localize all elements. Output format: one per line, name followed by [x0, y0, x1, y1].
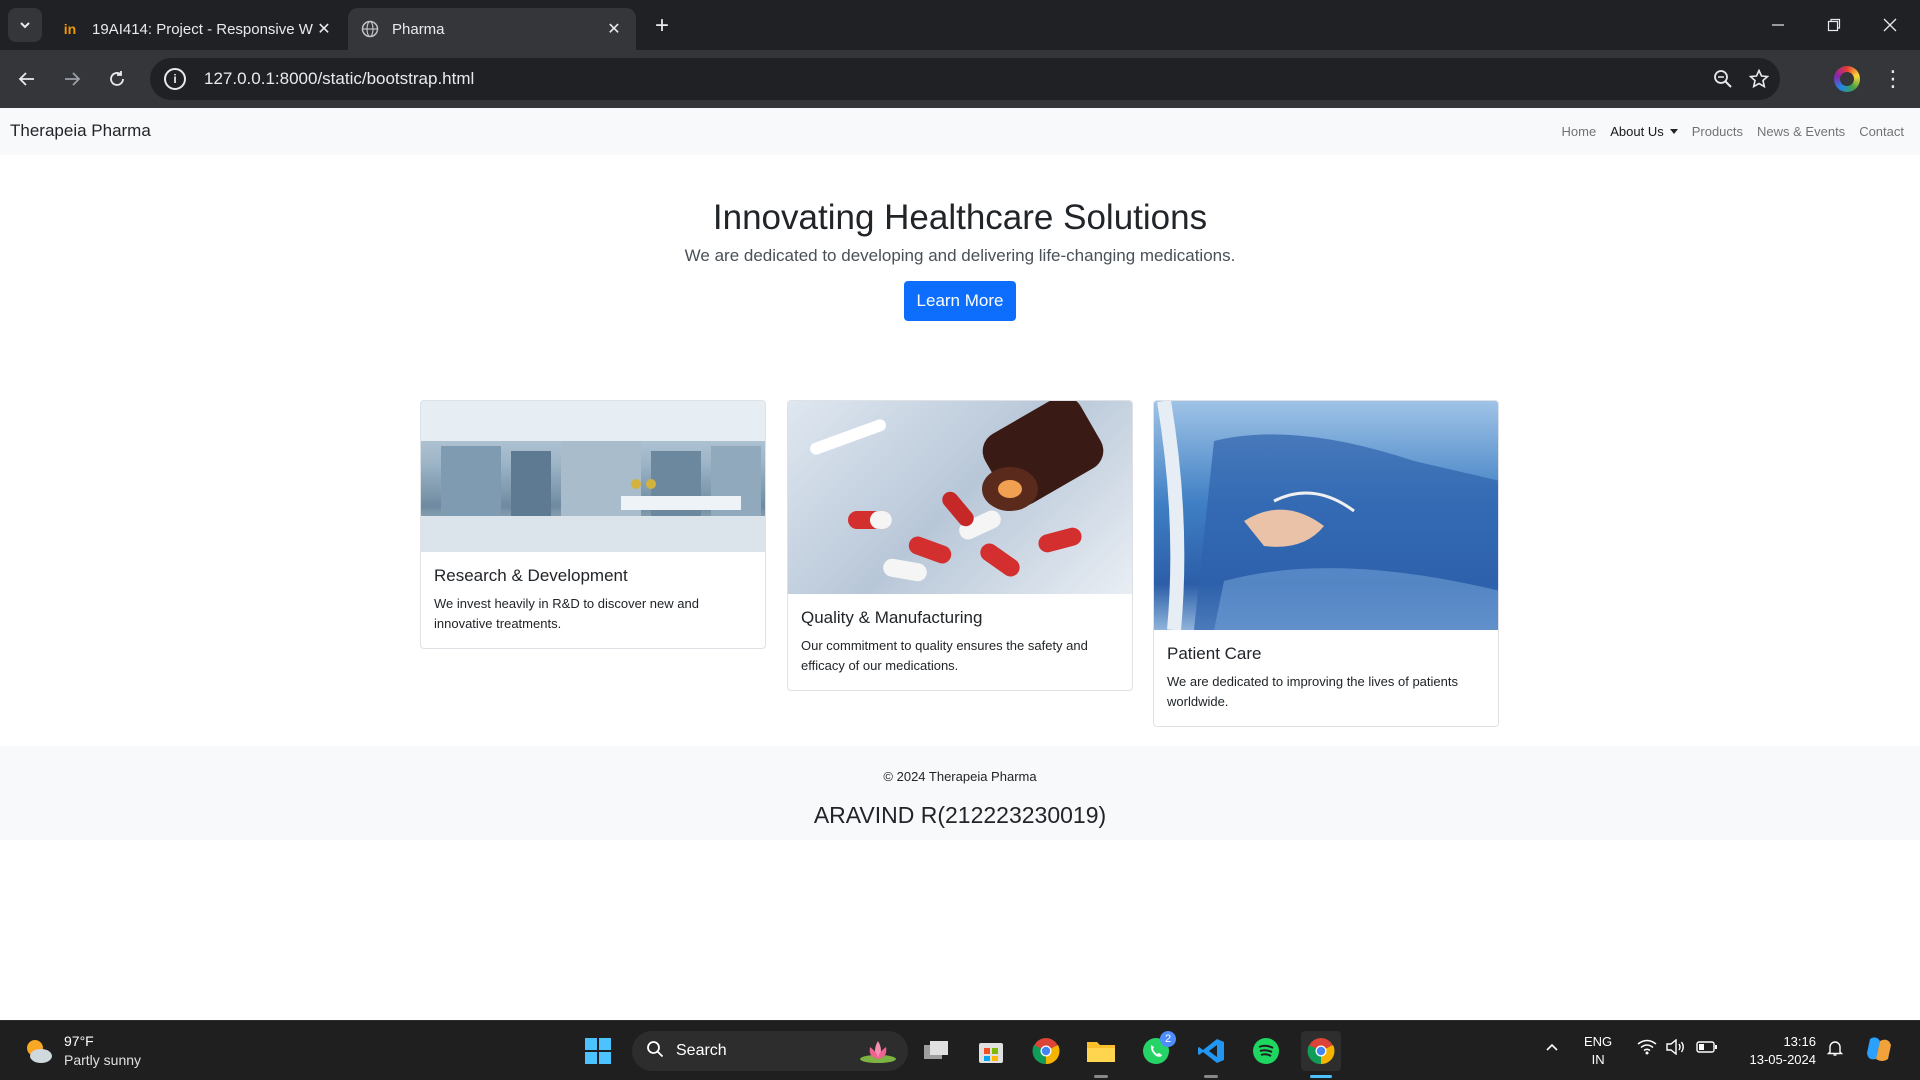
- restore-button[interactable]: [1806, 0, 1862, 50]
- weather-description[interactable]: Partly sunny: [64, 1052, 141, 1068]
- arrow-left-icon: [18, 72, 34, 86]
- minimize-icon: [1772, 24, 1784, 26]
- back-button[interactable]: [10, 62, 44, 96]
- close-icon: [1883, 18, 1897, 32]
- notification-badge: 2: [1160, 1031, 1176, 1047]
- search-label: Search: [676, 1042, 727, 1059]
- reload-button[interactable]: [100, 62, 134, 96]
- author-text: ARAVIND R(212223230019): [813, 802, 1107, 828]
- wifi-icon[interactable]: [1637, 1039, 1657, 1059]
- microsoft-store-icon[interactable]: [971, 1031, 1011, 1071]
- laboratory-image: [421, 401, 765, 552]
- pills-image: [788, 401, 1132, 594]
- nav-contact[interactable]: Contact: [1859, 124, 1904, 139]
- tab-project[interactable]: in 19AI414: Project - Responsive W ✕: [48, 8, 346, 50]
- nav-products[interactable]: Products: [1692, 124, 1743, 139]
- profile-avatar[interactable]: [1834, 66, 1860, 92]
- browser-toolbar: i 127.0.0.1:8000/static/bootstrap.html ⋮: [0, 50, 1920, 108]
- site-footer: © 2024 Therapeia Pharma ARAVIND R(212223…: [0, 746, 1920, 840]
- new-tab-button[interactable]: +: [648, 12, 676, 40]
- weather-temperature[interactable]: 97°F: [64, 1033, 94, 1049]
- running-indicator: [1094, 1075, 1108, 1078]
- site-navbar: Therapeia Pharma Home About Us Products …: [0, 108, 1920, 155]
- language-code: ENG: [1584, 1034, 1613, 1049]
- minimize-button[interactable]: [1750, 0, 1806, 50]
- card-text: We invest heavily in R&D to discover new…: [434, 596, 699, 631]
- close-window-button[interactable]: [1862, 0, 1918, 50]
- search-icon: [646, 1040, 664, 1063]
- copilot-icon[interactable]: [1864, 1035, 1894, 1067]
- clock-date: 13-05-2024: [1749, 1052, 1817, 1067]
- tab-pharma[interactable]: Pharma ✕: [348, 8, 636, 50]
- system-clock[interactable]: 13:16 13-05-2024: [1736, 1033, 1817, 1069]
- active-indicator: [1310, 1075, 1332, 1078]
- browser-tab-bar: in 19AI414: Project - Responsive W ✕ Pha…: [0, 0, 1920, 50]
- lotus-icon: [858, 1037, 898, 1070]
- whatsapp-icon[interactable]: 2: [1136, 1031, 1176, 1071]
- arrow-right-icon: [65, 72, 81, 86]
- caret-down-icon: [1669, 129, 1678, 134]
- chevron-down-icon: [20, 22, 30, 29]
- nav-links: Home About Us Products News & Events Con…: [1562, 124, 1904, 139]
- nav-news-events[interactable]: News & Events: [1757, 124, 1845, 139]
- card-title: Patient Care: [1167, 644, 1262, 663]
- card-text: We are dedicated to improving the lives …: [1167, 674, 1458, 709]
- zoom-icon[interactable]: [1710, 66, 1736, 92]
- tab-title: 19AI414: Project - Responsive W: [92, 20, 313, 38]
- file-explorer-icon[interactable]: [1081, 1031, 1121, 1071]
- windows-taskbar: 97°F Partly sunny Search 2 ENG IN 13:16 …: [0, 1020, 1920, 1080]
- chevron-up-icon[interactable]: [1544, 1039, 1560, 1059]
- weather-sun-cloud-icon[interactable]: [22, 1035, 54, 1067]
- close-icon[interactable]: ✕: [604, 19, 624, 39]
- hero-title: Innovating Healthcare Solutions: [712, 198, 1208, 237]
- notification-bell-icon[interactable]: [1826, 1039, 1844, 1061]
- region-code: IN: [1591, 1052, 1605, 1067]
- windows-logo-icon: [585, 1038, 611, 1064]
- bookmark-star-icon[interactable]: [1746, 66, 1772, 92]
- vscode-icon[interactable]: [1191, 1031, 1231, 1071]
- battery-icon[interactable]: [1696, 1039, 1718, 1059]
- task-view-icon[interactable]: [916, 1031, 956, 1071]
- start-button[interactable]: [578, 1031, 618, 1071]
- forward-button[interactable]: [55, 62, 89, 96]
- card-research: Research & Development We invest heavily…: [420, 400, 766, 649]
- language-indicator[interactable]: ENG IN: [1584, 1033, 1612, 1069]
- card-title: Quality & Manufacturing: [801, 608, 983, 627]
- learn-more-button[interactable]: Learn More: [904, 281, 1016, 321]
- card-text: Our commitment to quality ensures the sa…: [801, 638, 1088, 673]
- url-text: 127.0.0.1:8000/static/bootstrap.html: [204, 69, 475, 88]
- card-patient-care: Patient Care We are dedicated to improvi…: [1153, 400, 1499, 727]
- web-page: Therapeia Pharma Home About Us Products …: [0, 108, 1920, 1020]
- taskbar-search[interactable]: Search: [632, 1031, 908, 1071]
- nav-home[interactable]: Home: [1562, 124, 1597, 139]
- globe-icon: [360, 19, 380, 39]
- running-indicator: [1204, 1075, 1218, 1078]
- copyright-text: © 2024 Therapeia Pharma: [883, 769, 1037, 784]
- card-title: Research & Development: [434, 566, 628, 585]
- card-quality: Quality & Manufacturing Our commitment t…: [787, 400, 1133, 691]
- in-logo-icon: in: [63, 21, 77, 37]
- hero-subtitle: We are dedicated to developing and deliv…: [684, 246, 1236, 265]
- more-menu-icon[interactable]: ⋮: [1880, 62, 1906, 96]
- patient-image: [1154, 401, 1498, 630]
- spotify-icon[interactable]: [1246, 1031, 1286, 1071]
- clock-time: 13:16: [1783, 1034, 1816, 1049]
- chrome-active-icon[interactable]: [1301, 1031, 1341, 1071]
- tab-search-button[interactable]: [8, 8, 42, 42]
- nav-about-dropdown[interactable]: About Us: [1610, 124, 1678, 139]
- restore-icon: [1827, 18, 1841, 32]
- chrome-icon[interactable]: [1026, 1031, 1066, 1071]
- tab-title: Pharma: [392, 20, 445, 38]
- site-info-icon[interactable]: i: [164, 68, 186, 90]
- close-icon[interactable]: ✕: [314, 19, 334, 39]
- volume-icon[interactable]: [1666, 1038, 1686, 1059]
- brand-link[interactable]: Therapeia Pharma: [10, 121, 151, 141]
- nav-about-label: About Us: [1610, 124, 1664, 139]
- reload-icon: [110, 71, 124, 86]
- address-bar[interactable]: i 127.0.0.1:8000/static/bootstrap.html: [150, 58, 1780, 100]
